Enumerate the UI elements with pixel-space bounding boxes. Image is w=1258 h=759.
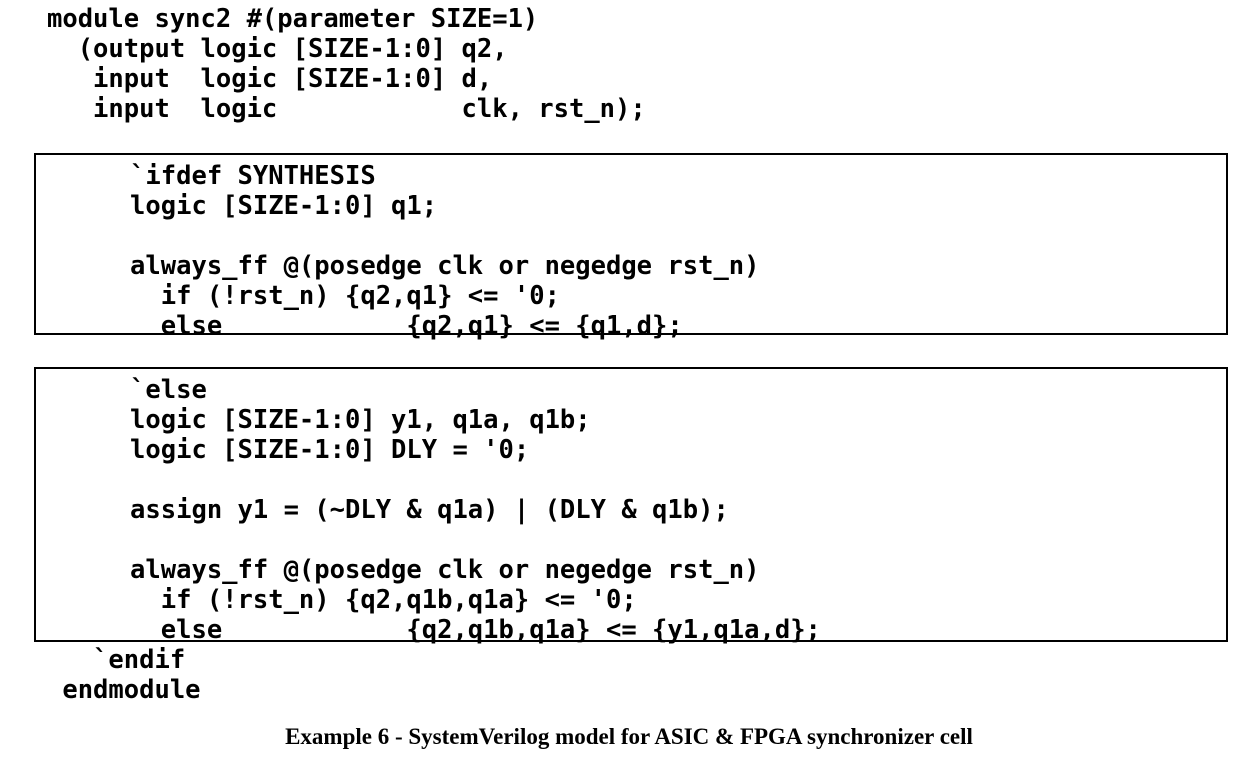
- module-end-block: `endif endmodule: [62, 645, 201, 705]
- figure-caption: Example 6 - SystemVerilog model for ASIC…: [285, 724, 973, 749]
- module-declaration-block: module sync2 #(parameter SIZE=1) (output…: [47, 4, 646, 124]
- code-box-simulation-branch: `else logic [SIZE-1:0] y1, q1a, q1b; log…: [34, 367, 1228, 645]
- code-box-synthesis-branch: `ifdef SYNTHESIS logic [SIZE-1:0] q1; al…: [34, 153, 1228, 341]
- simulation-branch-code: `else logic [SIZE-1:0] y1, q1a, q1b; log…: [130, 375, 821, 645]
- code-figure-page: module sync2 #(parameter SIZE=1) (output…: [0, 0, 1258, 759]
- synthesis-branch-code: `ifdef SYNTHESIS logic [SIZE-1:0] q1; al…: [130, 161, 760, 341]
